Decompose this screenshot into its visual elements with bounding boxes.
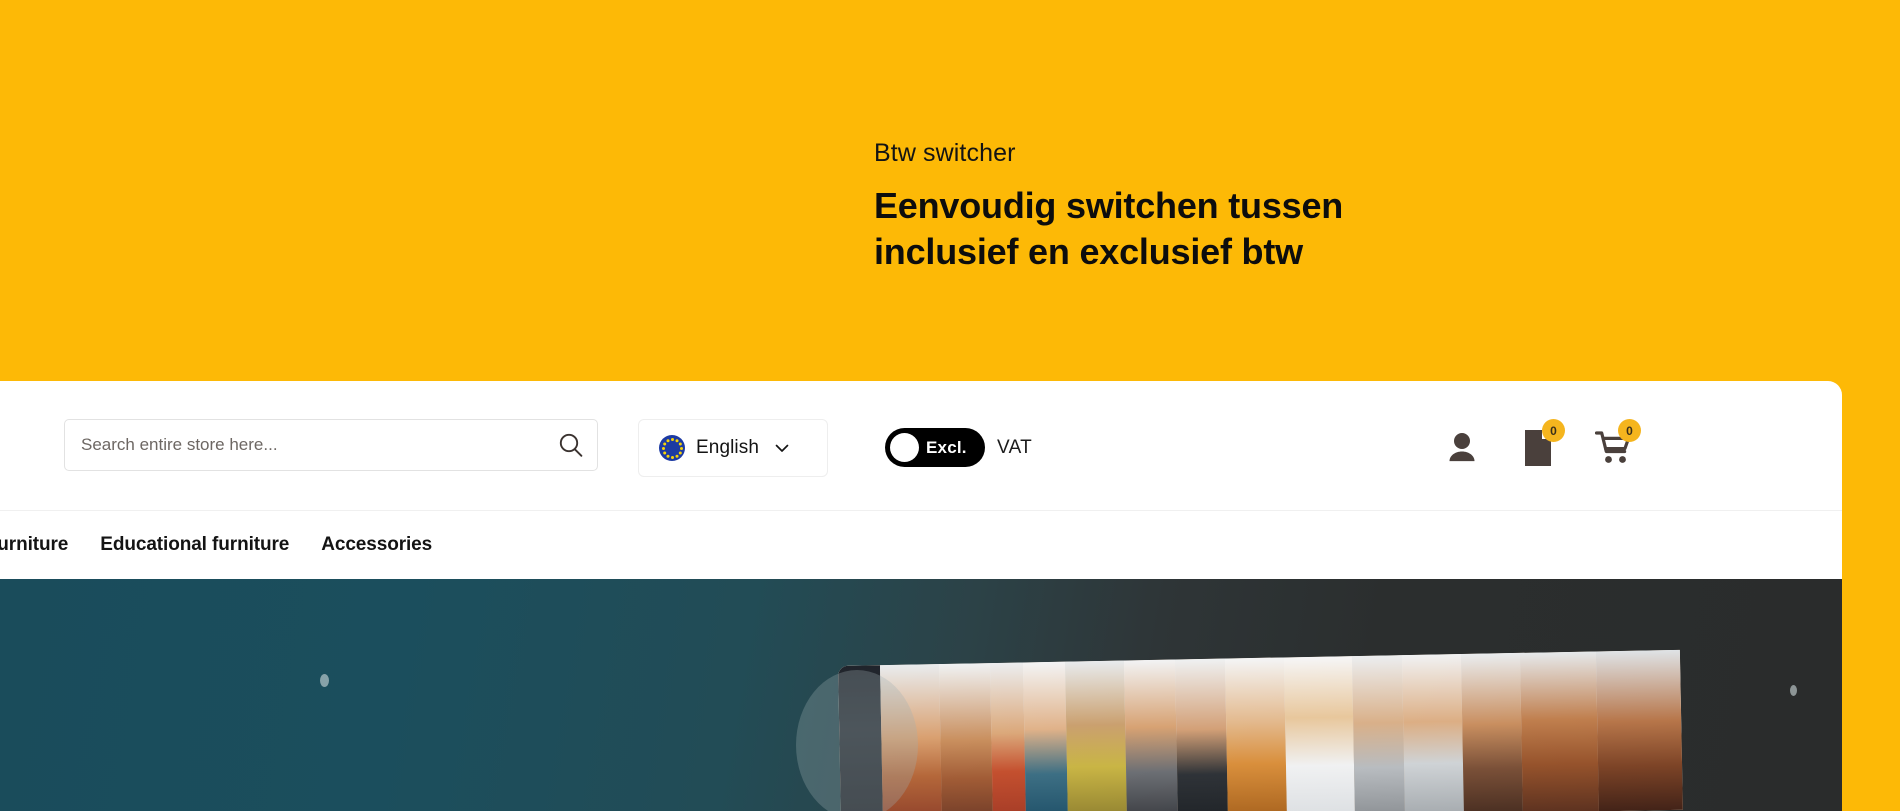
promo-title-line-1: Eenvoudig switchen tussen	[874, 185, 1344, 227]
search-bar[interactable]	[64, 419, 598, 471]
promo-title-line-2: inclusief en exclusief btw	[874, 231, 1303, 273]
search-icon[interactable]	[545, 420, 597, 470]
chevron-down-icon[interactable]	[772, 438, 792, 458]
account-icon[interactable]	[1439, 421, 1485, 475]
quote-count-badge: 0	[1542, 419, 1565, 442]
promo-title: Eenvoudig switchen tussen inclusief en e…	[874, 183, 1514, 275]
vat-label: VAT	[997, 436, 1033, 458]
hero-photo-people	[838, 649, 1683, 811]
quote-document-icon[interactable]: 0	[1515, 419, 1565, 475]
hero-decor-ellipse	[796, 670, 918, 811]
promo-block: Btw switcher Eenvoudig switchen tussen i…	[874, 138, 1514, 275]
search-input[interactable]	[65, 420, 545, 470]
vat-toggle-knob	[890, 433, 919, 462]
site-header: English Excl. VAT	[0, 381, 1842, 511]
eu-flag-icon	[659, 435, 685, 461]
hero-decor-dot-right	[1790, 685, 1797, 696]
nav-item-accessories[interactable]: Accessories	[321, 534, 432, 556]
cart-count-badge: 0	[1618, 419, 1641, 442]
vat-toggle[interactable]: Excl.	[885, 428, 985, 467]
nav-item-educational-furniture[interactable]: Educational furniture	[100, 534, 289, 556]
language-selector[interactable]: English	[638, 419, 828, 477]
promo-eyebrow: Btw switcher	[874, 139, 1016, 167]
vat-switcher[interactable]: Excl. VAT	[885, 428, 1032, 467]
language-label: English	[696, 437, 760, 458]
shopping-cart-icon[interactable]: 0	[1591, 419, 1641, 475]
vat-state-label: Excl.	[926, 437, 967, 457]
hero-decor-dot-left	[320, 674, 329, 687]
header-action-icons: 0 0	[1439, 419, 1641, 475]
main-navigation: Presentation furniture Educational furni…	[0, 510, 1842, 579]
nav-item-presentation-furniture[interactable]: Presentation furniture	[0, 534, 68, 556]
